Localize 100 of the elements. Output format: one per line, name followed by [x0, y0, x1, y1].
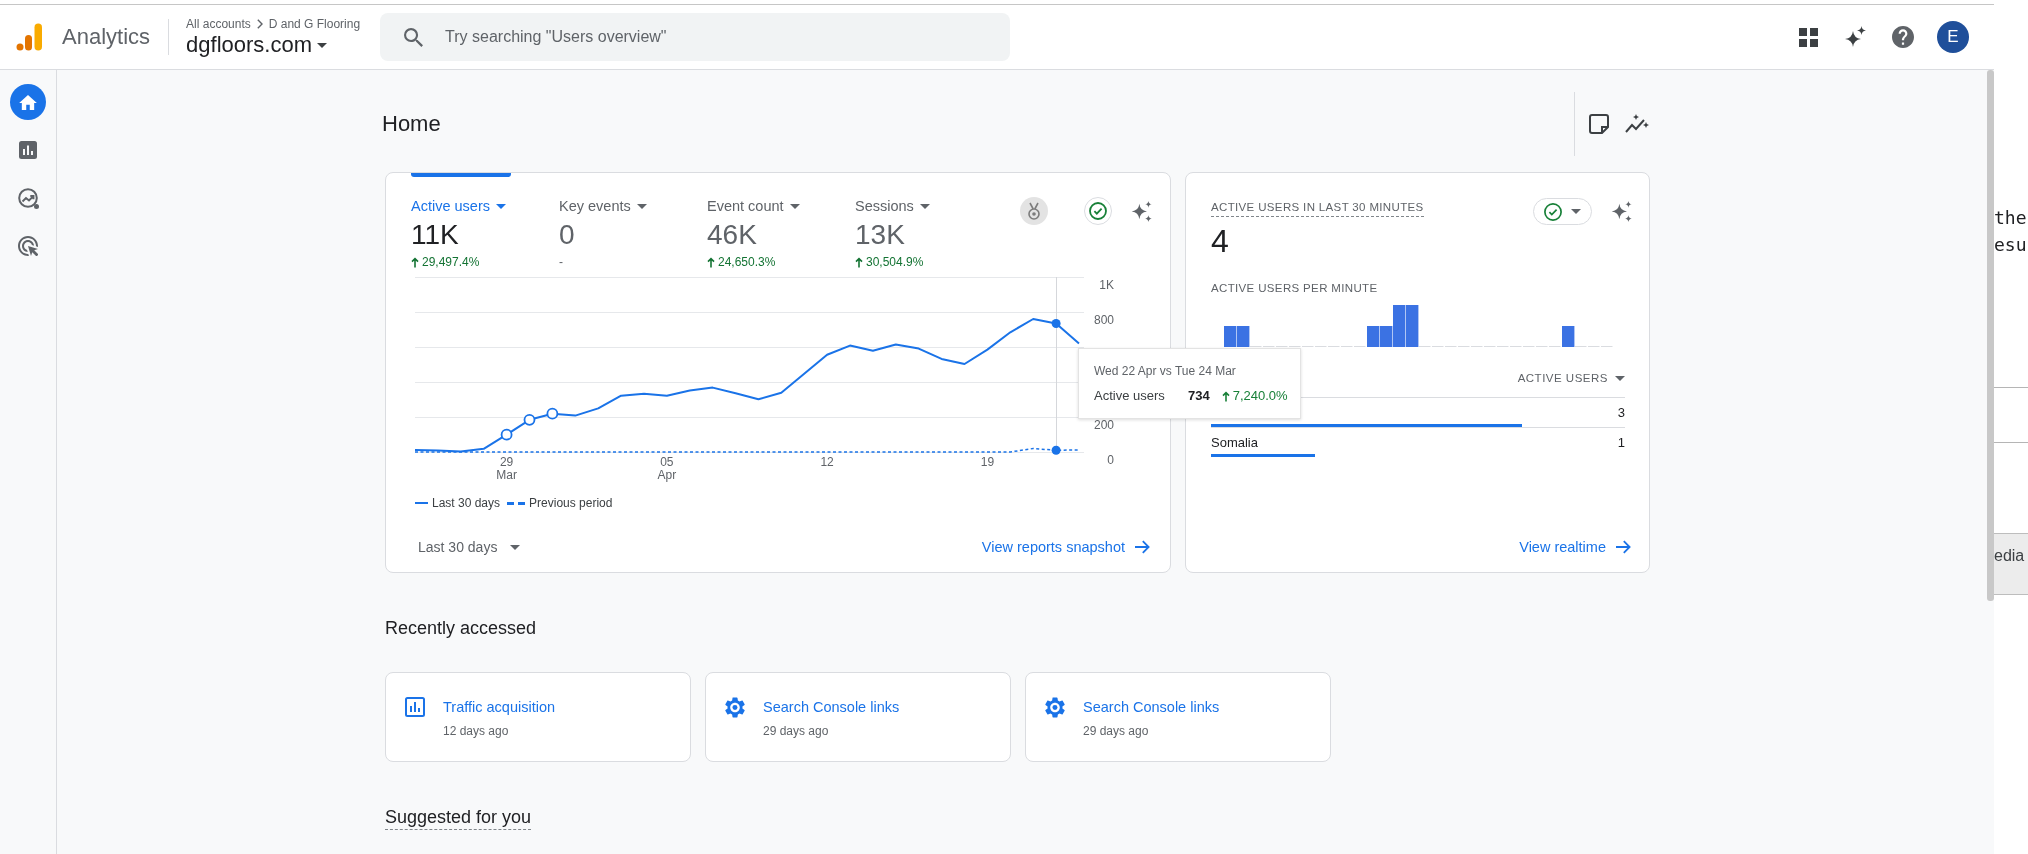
status-dropdown[interactable] [1533, 198, 1592, 225]
metric-tab[interactable]: Key events [559, 173, 659, 216]
ring-marker-icon [523, 413, 536, 426]
minute-bar [1237, 326, 1250, 347]
product-name: Analytics [62, 23, 151, 51]
arrow-right-icon [1135, 540, 1150, 554]
card-title: ACTIVE USERS IN LAST 30 MINUTES [1211, 199, 1424, 217]
metric-tab[interactable]: Event count [707, 173, 807, 216]
caret-icon [789, 203, 800, 209]
x-axis-label: 29 Mar [496, 456, 517, 482]
recent-title: Traffic acquisition [443, 698, 556, 717]
breadcrumb-link[interactable]: All accounts [186, 16, 251, 32]
caret-icon [636, 203, 647, 209]
account-avatar[interactable]: E [1937, 21, 1969, 53]
property-selector[interactable]: dgfloors.com [186, 32, 327, 58]
minute-bar [1224, 326, 1237, 347]
check-circle-icon [1544, 202, 1562, 221]
background-text: esu [1994, 233, 2027, 257]
caret-icon [1615, 375, 1625, 381]
chevron-right-icon [256, 19, 263, 29]
gear-icon [1045, 697, 1065, 718]
up-arrow-icon [707, 256, 715, 268]
search-icon [404, 28, 424, 47]
minute-bar [1367, 326, 1380, 347]
background-text: the [1994, 206, 2027, 230]
column-header[interactable]: ACTIVE USERS [1517, 369, 1625, 387]
caret-icon [919, 203, 930, 209]
metric-value: 46K [707, 218, 757, 252]
chart-subtitle: ACTIVE USERS PER MINUTE [1211, 281, 1378, 296]
caret-icon [496, 203, 506, 209]
recent-title: Search Console links [763, 698, 900, 717]
scrollbar[interactable] [1987, 70, 1994, 601]
metric-change: 24,650.3% [718, 254, 776, 270]
search-field[interactable]: Try searching "Users overview" [380, 13, 1011, 61]
realtime-count: 4 [1211, 222, 1229, 261]
y-axis-label: 200 [1093, 419, 1114, 431]
apps-grid-icon[interactable] [1799, 27, 1818, 47]
x-axis-label: 05 Apr [657, 456, 677, 482]
cursor-target-icon [18, 236, 38, 256]
section-title: Recently accessed [385, 617, 537, 640]
metric-value: 0 [559, 218, 575, 252]
view-reports-link[interactable]: View reports snapshot [981, 539, 1150, 555]
tooltip-change: 7,240.0% [1232, 388, 1288, 404]
table-cell: 1 [1617, 435, 1625, 450]
legend-dashed-line-icon [507, 501, 526, 505]
view-realtime-link[interactable]: View realtime [1519, 539, 1631, 555]
x-axis-label: 12 [820, 456, 834, 469]
bar-chart-icon [405, 697, 425, 717]
tooltip-value: 734 [1188, 388, 1210, 404]
up-arrow-icon [411, 256, 419, 268]
background-tab[interactable]: edia [1994, 533, 2028, 595]
check-badge-icon[interactable] [1084, 197, 1112, 225]
help-icon[interactable] [1892, 26, 1914, 48]
metric-change: 29,497.4% [422, 254, 480, 270]
caret-icon [1571, 209, 1581, 214]
table-cell: Somalia [1211, 435, 1258, 450]
metric-tab[interactable]: Sessions [855, 173, 955, 216]
recent-card[interactable]: Search Console links 29 days ago [705, 672, 1011, 762]
bar-chart-logo-icon [16, 23, 42, 51]
metric-tab[interactable]: Active users [411, 173, 511, 216]
sparkle-icon[interactable] [1131, 200, 1152, 222]
caret-icon [510, 544, 521, 550]
sparkle-icon[interactable] [1844, 26, 1866, 48]
y-axis-label: 800 [1093, 314, 1114, 326]
y-axis-label: 0 [1107, 454, 1114, 466]
bar-chart-icon [19, 141, 37, 159]
metric-change: - [559, 254, 563, 270]
recent-title: Search Console links [1083, 698, 1220, 717]
table-cell: 3 [1617, 405, 1625, 420]
home-icon [19, 94, 37, 110]
metric-change: 30,504.9% [866, 254, 924, 270]
breadcrumb-link[interactable]: D and G Flooring [268, 16, 361, 32]
note-icon[interactable] [1589, 114, 1609, 134]
recent-card[interactable]: Traffic acquisition 12 days ago [385, 672, 691, 762]
nav-button[interactable] [10, 84, 46, 120]
caret-icon [317, 42, 327, 48]
y-axis-label: 1K [1099, 279, 1114, 291]
up-arrow-icon [1221, 390, 1230, 402]
recent-card[interactable]: Search Console links 29 days ago [1025, 672, 1331, 762]
metric-value: 11K [411, 218, 459, 252]
trend-circle-icon [17, 187, 39, 209]
date-range-dropdown[interactable]: Last 30 days [418, 539, 521, 555]
ring-marker-icon [500, 428, 513, 441]
minute-bar [1406, 305, 1419, 347]
up-arrow-icon [855, 256, 863, 268]
recent-time: 29 days ago [1083, 723, 1149, 739]
minute-bar [1562, 326, 1575, 347]
ring-marker-icon [546, 407, 559, 420]
sparkle-trend-icon[interactable] [1625, 114, 1649, 134]
medal-icon[interactable] [1020, 197, 1048, 225]
metric-value: 13K [855, 218, 905, 252]
arrow-right-icon [1616, 540, 1631, 554]
page-title: Home [382, 110, 441, 138]
legend-label: Previous period [529, 495, 613, 511]
gear-icon [725, 697, 745, 718]
recent-time: 12 days ago [443, 723, 509, 739]
recent-time: 29 days ago [763, 723, 829, 739]
sparkle-icon[interactable] [1611, 201, 1632, 222]
tooltip-date: Wed 22 Apr vs Tue 24 Mar [1094, 363, 1236, 379]
section-title[interactable]: Suggested for you [385, 805, 532, 830]
